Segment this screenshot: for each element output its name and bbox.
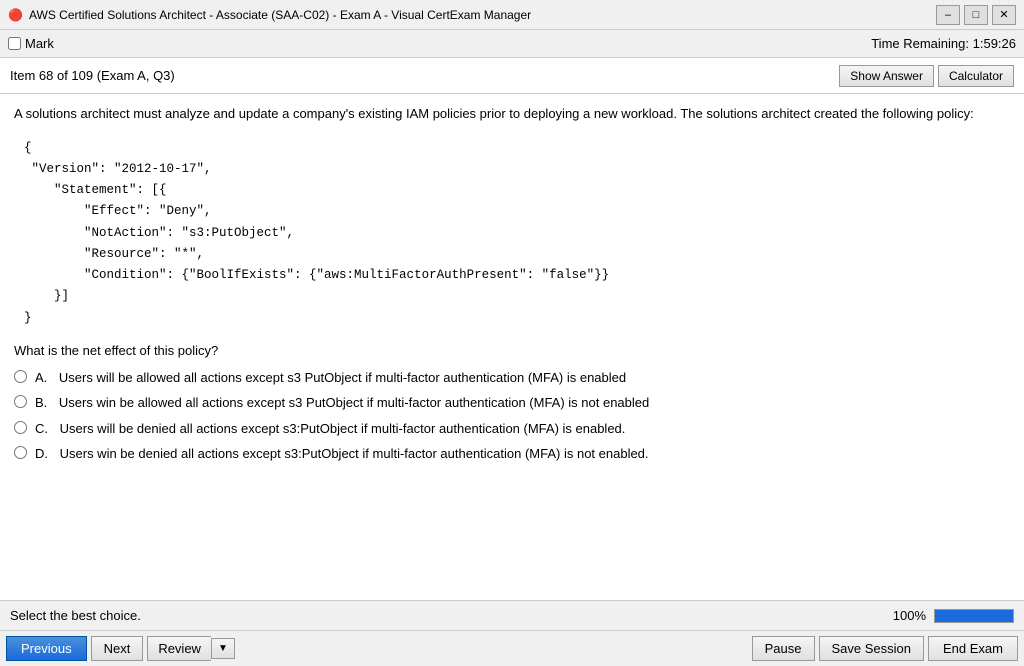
main-content: A solutions architect must analyze and u…	[0, 94, 1024, 600]
radio-b[interactable]	[14, 395, 27, 408]
status-bar: Select the best choice. 100%	[0, 600, 1024, 630]
progress-bar-container	[934, 609, 1014, 623]
option-c-text: Users will be denied all actions except …	[60, 419, 626, 439]
status-text: Select the best choice.	[10, 608, 141, 623]
question-text: A solutions architect must analyze and u…	[14, 104, 1010, 124]
mark-checkbox[interactable]: Mark	[8, 36, 54, 51]
review-dropdown: Review ▼	[147, 636, 235, 661]
previous-button[interactable]: Previous	[6, 636, 87, 661]
maximize-button[interactable]: □	[964, 5, 988, 25]
option-d[interactable]: D. Users win be denied all actions excep…	[14, 444, 1010, 464]
next-button[interactable]: Next	[91, 636, 144, 661]
radio-d[interactable]	[14, 446, 27, 459]
option-a[interactable]: A. Users will be allowed all actions exc…	[14, 368, 1010, 388]
time-remaining-label: Time Remaining:	[871, 36, 969, 51]
show-answer-button[interactable]: Show Answer	[839, 65, 934, 87]
code-line-1: {	[24, 138, 1000, 159]
option-a-text: Users will be allowed all actions except…	[59, 368, 626, 388]
end-exam-button[interactable]: End Exam	[928, 636, 1018, 661]
code-line-9: }	[24, 308, 1000, 329]
header-row: Item 68 of 109 (Exam A, Q3) Show Answer …	[0, 58, 1024, 94]
option-c[interactable]: C. Users will be denied all actions exce…	[14, 419, 1010, 439]
menu-bar: Mark Time Remaining: 1:59:26	[0, 30, 1024, 58]
review-button[interactable]: Review	[147, 636, 211, 661]
bottom-toolbar: Previous Next Review ▼ Pause Save Sessio…	[0, 630, 1024, 666]
code-line-2: "Version": "2012-10-17",	[24, 159, 1000, 180]
pause-button[interactable]: Pause	[752, 636, 815, 661]
option-b[interactable]: B. Users win be allowed all actions exce…	[14, 393, 1010, 413]
save-session-button[interactable]: Save Session	[819, 636, 925, 661]
window-controls: – □ ✕	[936, 5, 1016, 25]
option-b-text: Users win be allowed all actions except …	[59, 393, 649, 413]
option-b-label: B.	[35, 393, 51, 413]
progress-section: 100%	[893, 608, 1014, 623]
radio-a[interactable]	[14, 370, 27, 383]
header-buttons: Show Answer Calculator	[839, 65, 1014, 87]
code-line-4: "Effect": "Deny",	[24, 201, 1000, 222]
title-bar: 🔴 AWS Certified Solutions Architect - As…	[0, 0, 1024, 30]
progress-bar-fill	[935, 610, 1013, 622]
item-info: Item 68 of 109 (Exam A, Q3)	[10, 68, 175, 83]
code-line-7: "Condition": {"BoolIfExists": {"aws:Mult…	[24, 265, 1000, 286]
review-dropdown-arrow[interactable]: ▼	[211, 638, 235, 659]
code-line-5: "NotAction": "s3:PutObject",	[24, 223, 1000, 244]
code-line-6: "Resource": "*",	[24, 244, 1000, 265]
code-line-3: "Statement": [{	[24, 180, 1000, 201]
calculator-button[interactable]: Calculator	[938, 65, 1014, 87]
close-button[interactable]: ✕	[992, 5, 1016, 25]
window-title: AWS Certified Solutions Architect - Asso…	[29, 8, 936, 22]
option-d-label: D.	[35, 444, 52, 464]
time-remaining-value: 1:59:26	[973, 36, 1016, 51]
option-d-text: Users win be denied all actions except s…	[60, 444, 649, 464]
app-icon: 🔴	[8, 8, 23, 22]
option-c-label: C.	[35, 419, 52, 439]
mark-input[interactable]	[8, 37, 21, 50]
answer-options: A. Users will be allowed all actions exc…	[14, 368, 1010, 464]
option-a-label: A.	[35, 368, 51, 388]
code-line-8: }]	[24, 286, 1000, 307]
minimize-button[interactable]: –	[936, 5, 960, 25]
mark-label: Mark	[25, 36, 54, 51]
time-remaining: Time Remaining: 1:59:26	[871, 36, 1016, 51]
code-block: { "Version": "2012-10-17", "Statement": …	[14, 134, 1010, 333]
progress-label: 100%	[893, 608, 926, 623]
net-effect-label: What is the net effect of this policy?	[14, 343, 1010, 358]
radio-c[interactable]	[14, 421, 27, 434]
